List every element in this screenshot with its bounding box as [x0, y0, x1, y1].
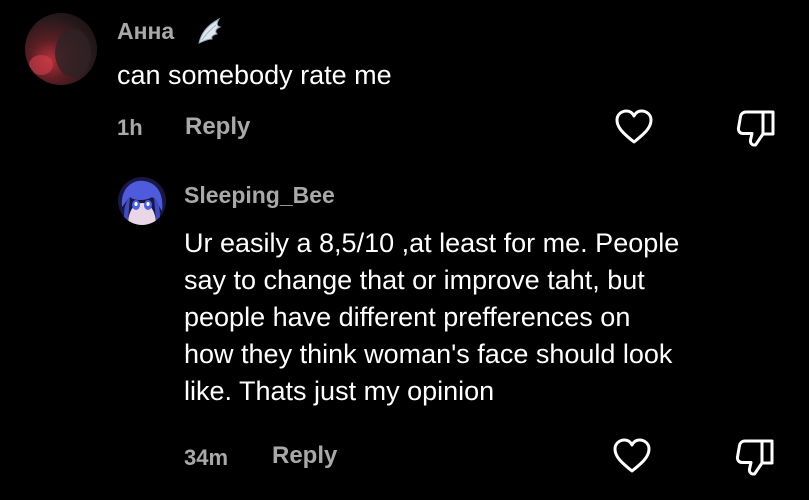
username[interactable]: Sleeping_Bee	[184, 182, 335, 209]
comment-text-line: how they think woman's face should look	[184, 339, 673, 369]
avatar[interactable]	[118, 177, 166, 225]
thumbs-down-icon[interactable]	[735, 108, 777, 148]
comment-text: Ur easily a 8,5/10 ,at least for me. Peo…	[184, 225, 679, 410]
thumbs-down-icon[interactable]	[734, 437, 776, 477]
reply-button[interactable]: Reply	[272, 442, 337, 470]
angel-wing-icon	[196, 16, 222, 51]
comment-text-line: like. Thats just my opinion	[184, 376, 495, 406]
avatar[interactable]	[25, 13, 97, 85]
heart-outline-icon[interactable]	[614, 108, 654, 146]
comment-text-line: people have different prefferences on	[184, 302, 631, 332]
comment-text: can somebody rate me	[117, 60, 392, 90]
reply-button[interactable]: Reply	[185, 113, 250, 141]
comment-text-line: Ur easily a 8,5/10 ,at least for me. Peo…	[184, 228, 680, 258]
timestamp: 34m	[184, 445, 229, 470]
username[interactable]: Анна	[117, 18, 174, 45]
heart-outline-icon[interactable]	[612, 437, 652, 475]
timestamp: 1h	[117, 115, 143, 140]
comment-text-line: say to change that or improve taht, but	[184, 265, 645, 295]
